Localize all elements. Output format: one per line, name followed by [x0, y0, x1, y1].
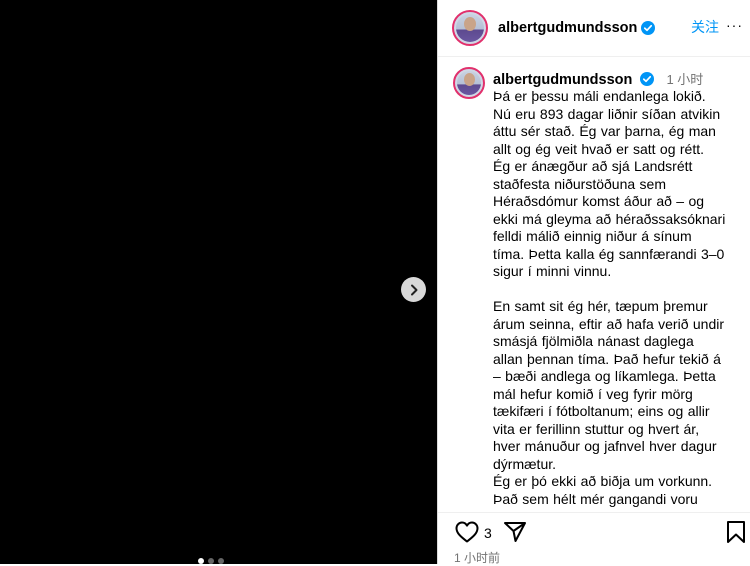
carousel-dot [208, 558, 214, 564]
caption-avatar[interactable] [453, 67, 485, 99]
post-header: albertgudmundsson 关注 ··· [438, 0, 750, 57]
caption-timestamp: 1 小时 [666, 72, 704, 87]
carousel-dot [218, 558, 224, 564]
avatar[interactable] [452, 10, 488, 46]
like-count[interactable]: 3 [484, 525, 492, 541]
caption-username[interactable]: albertgudmundsson [493, 72, 632, 88]
header-username[interactable]: albertgudmundsson [498, 20, 637, 36]
carousel-next-button[interactable] [401, 277, 426, 302]
action-bar: 3 [438, 512, 750, 548]
post-side-panel: albertgudmundsson 关注 ··· albertgudmundss… [437, 0, 750, 565]
chevron-right-icon [410, 284, 417, 295]
post-timestamp: 1 小时前 [454, 551, 501, 565]
caption-section: albertgudmundsson 1 小时 Þá er þessu máli … [438, 57, 750, 512]
more-options-button[interactable]: ··· [726, 17, 743, 33]
follow-button[interactable]: 关注 [691, 17, 719, 37]
carousel-dot [198, 558, 204, 564]
paper-plane-icon[interactable] [503, 520, 527, 544]
carousel-indicator [198, 558, 224, 564]
caption-header: albertgudmundsson 1 小时 [493, 69, 703, 88]
caption-text: Þá er þessu máli endanlega lokið. Nú eru… [493, 88, 726, 507]
verified-badge-icon [641, 21, 656, 35]
heart-icon[interactable] [455, 521, 479, 543]
post-media [0, 0, 437, 564]
verified-badge-icon [640, 72, 655, 86]
bookmark-icon[interactable] [725, 520, 747, 544]
